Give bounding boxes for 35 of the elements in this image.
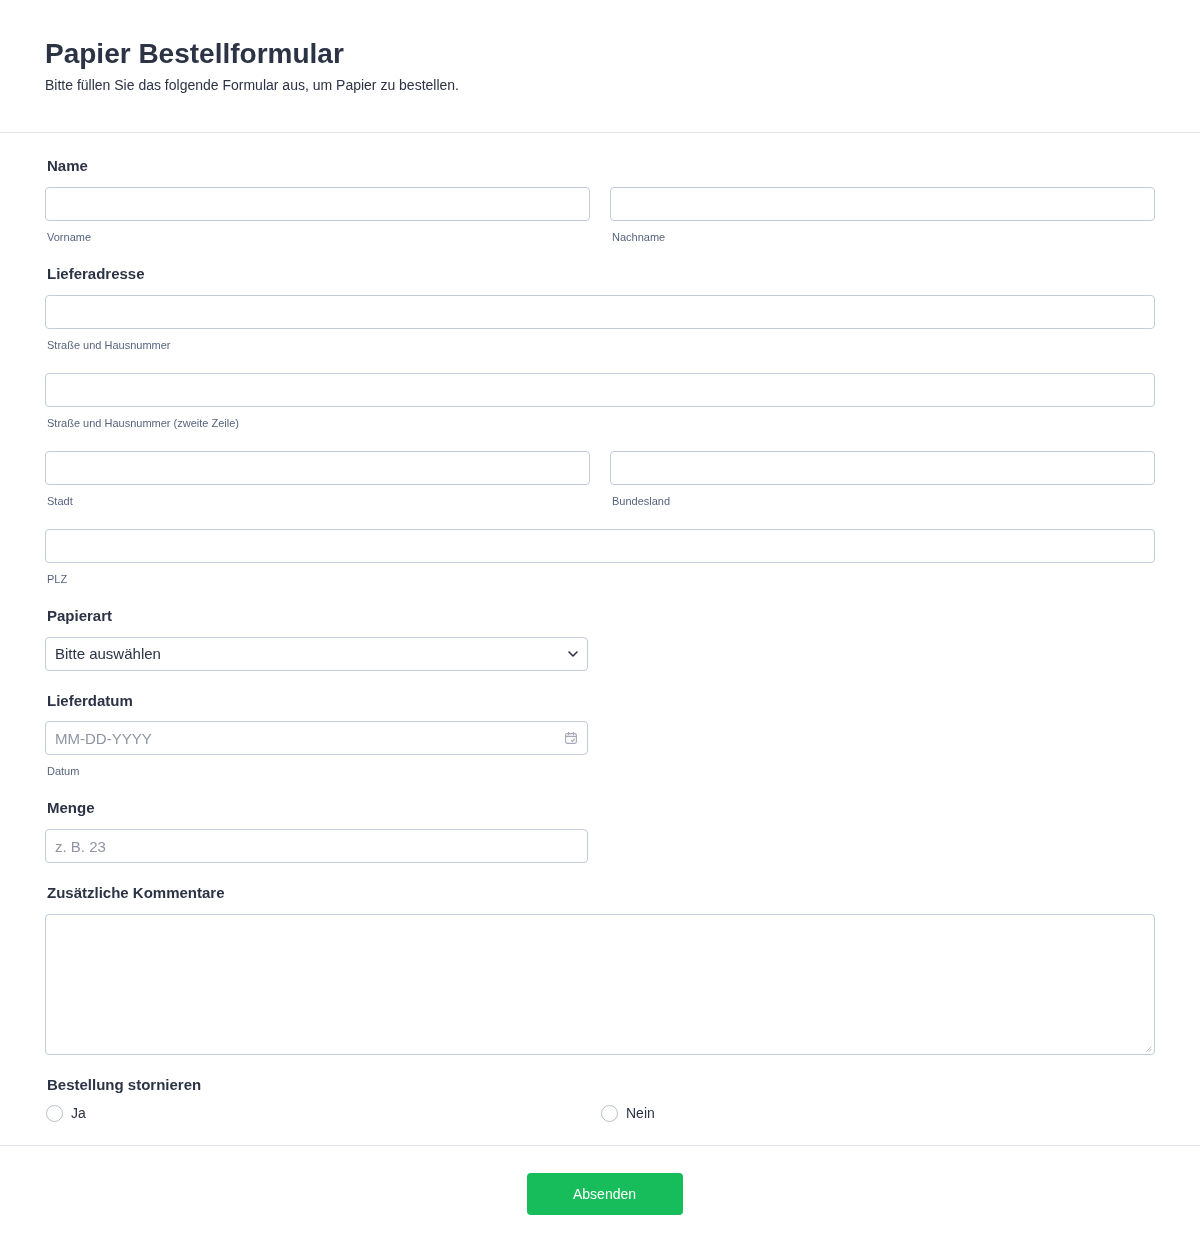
form-title: Papier Bestellformular xyxy=(45,37,345,71)
text-field[interactable] xyxy=(610,451,1155,485)
field-label: Name xyxy=(46,156,89,176)
field-sublabel: Nachname xyxy=(611,230,666,244)
field-sublabel: Straße und Hausnummer xyxy=(46,338,171,352)
number-field[interactable]: z. B. 23 xyxy=(45,829,588,863)
field-sublabel: Vorname xyxy=(46,230,92,244)
field-sublabel: Straße und Hausnummer (zweite Zeile) xyxy=(46,416,239,430)
field-sublabel: Bundesland xyxy=(611,494,671,508)
field-sublabel: Datum xyxy=(46,764,80,778)
text-field[interactable] xyxy=(45,187,590,221)
date-field[interactable]: MM-DD-YYYY xyxy=(45,721,588,755)
radio-label[interactable]: Ja xyxy=(71,1103,86,1123)
chevron-down-icon xyxy=(568,651,578,657)
field-sublabel: Stadt xyxy=(46,494,73,508)
text-field[interactable] xyxy=(45,529,1155,563)
form-description: Bitte füllen Sie das folgende Formular aus, um Papier zu bestellen. xyxy=(45,76,460,95)
field-label: Papierart xyxy=(46,606,114,626)
text-field[interactable] xyxy=(610,187,1155,221)
resize-handle-icon xyxy=(1146,1046,1152,1052)
comment-field[interactable] xyxy=(45,914,1155,1055)
radio-button[interactable] xyxy=(601,1104,618,1122)
paper-type-dropdown[interactable]: Bitte auswählen xyxy=(45,637,588,671)
text-field[interactable] xyxy=(45,451,590,485)
text-field[interactable] xyxy=(45,373,1155,407)
text-field[interactable] xyxy=(45,295,1155,329)
field-sublabel: PLZ xyxy=(46,572,68,586)
field-label: Bestellung stornieren xyxy=(46,1075,203,1095)
field-label: Menge xyxy=(46,798,96,818)
calendar-icon xyxy=(565,732,577,744)
field-label: Zusätzliche Kommentare xyxy=(46,883,226,903)
field-label: Lieferdatum xyxy=(46,691,134,711)
radio-button[interactable] xyxy=(46,1104,63,1122)
field-label: Lieferadresse xyxy=(46,264,146,284)
radio-label[interactable]: Nein xyxy=(626,1103,655,1123)
